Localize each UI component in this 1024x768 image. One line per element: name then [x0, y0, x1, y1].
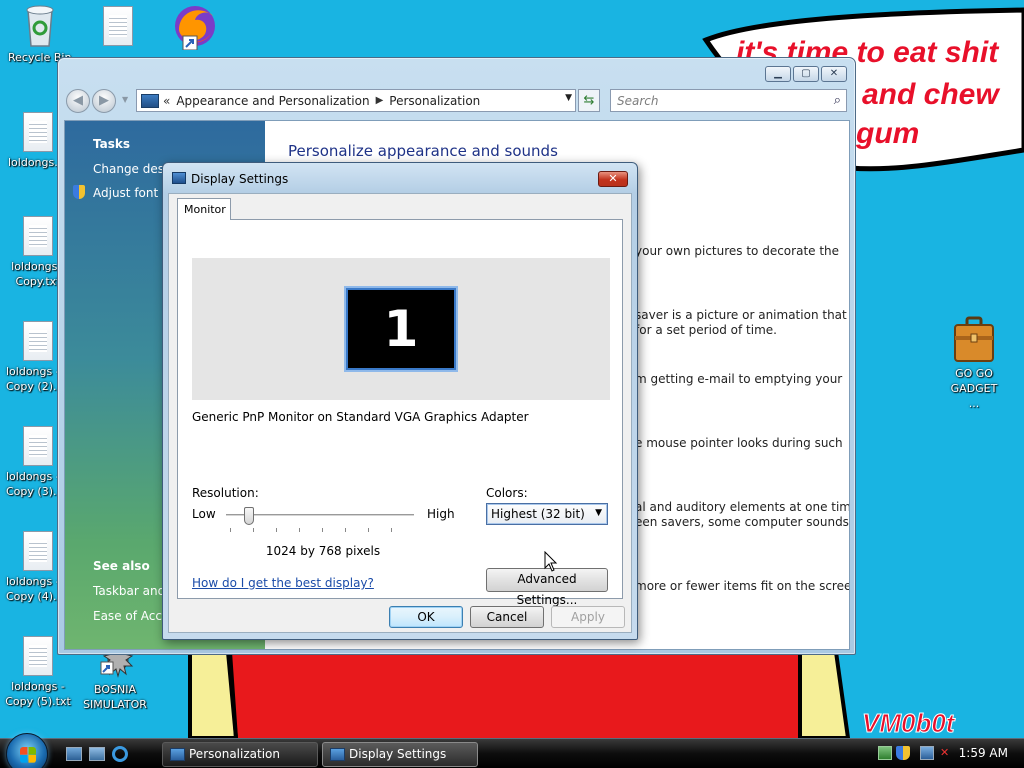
control-panel-icon	[141, 93, 159, 108]
best-display-help-link[interactable]: How do I get the best display?	[192, 576, 374, 590]
colors-selected-value: Highest (32 bit)	[491, 507, 585, 521]
dialog-title: Display Settings	[191, 172, 289, 186]
recent-pages-dropdown-icon[interactable]: ▼	[122, 95, 128, 104]
close-button[interactable]: ✕	[821, 66, 847, 82]
page-title: Personalize appearance and sounds	[288, 142, 558, 160]
back-button[interactable]: ◀	[66, 89, 90, 113]
task-adjust-font-size[interactable]: Adjust font si	[93, 186, 172, 200]
display-settings-icon	[330, 748, 345, 761]
breadcrumb-overflow[interactable]: «	[163, 94, 170, 108]
desktop-icon-go-go-gadget[interactable]: GO GO GADGET ...	[938, 316, 1010, 411]
chevron-down-icon: ▼	[595, 508, 602, 518]
system-tray: ✕ 1:59 AM	[864, 739, 1024, 768]
shield-icon	[73, 185, 85, 199]
address-bar[interactable]: « Appearance and Personalization ▶ Perso…	[136, 89, 576, 112]
show-desktop-icon[interactable]	[66, 747, 82, 761]
text-file-icon	[23, 321, 53, 361]
resolution-low-label: Low	[192, 507, 216, 521]
banner-line-2: and chew	[862, 78, 1000, 111]
banner-line-3: gum	[855, 117, 919, 150]
breadcrumb-appearance[interactable]: Appearance and Personalization	[176, 94, 369, 108]
clock[interactable]: 1:59 AM	[959, 746, 1008, 760]
description-display-settings: more or fewer items fit on the screen.	[635, 579, 850, 593]
description-screen-saver-1: saver is a picture or animation that	[635, 308, 847, 322]
task-change-desktop-icons[interactable]: Change desk	[93, 162, 171, 176]
mouse-cursor	[544, 551, 558, 572]
resolution-slider-thumb[interactable]	[244, 507, 254, 525]
desktop-icon-recycle-bin[interactable]: Recycle Bin	[4, 4, 76, 65]
taskbar-button-personalization[interactable]: Personalization	[162, 742, 318, 767]
description-screen-saver-2: for a set period of time.	[635, 323, 777, 337]
resolution-high-label: High	[427, 507, 455, 521]
start-button[interactable]	[6, 733, 48, 768]
resolution-slider[interactable]	[226, 506, 414, 532]
volume-muted-icon[interactable]: ✕	[940, 746, 954, 760]
control-panel-icon	[170, 748, 185, 761]
address-dropdown-icon[interactable]: ▼	[565, 93, 572, 103]
minimize-button[interactable]: ▁	[765, 66, 791, 82]
description-mouse-pointers: e mouse pointer looks during such	[635, 436, 843, 450]
briefcase-icon	[954, 316, 994, 362]
window-caption-buttons: ▁ ▢ ✕	[765, 66, 847, 82]
display-settings-icon	[172, 172, 186, 184]
internet-explorer-icon[interactable]	[112, 746, 128, 762]
desktop-icon-text-file[interactable]	[82, 6, 154, 49]
description-desktop-background: your own pictures to decorate the	[635, 244, 840, 258]
refresh-button[interactable]: ⇆	[578, 89, 600, 112]
firefox-icon	[175, 6, 215, 50]
network-icon[interactable]	[878, 746, 892, 760]
description-sounds: m getting e-mail to emptying your	[635, 372, 843, 386]
taskbar-button-label: Personalization	[189, 747, 280, 761]
tab-monitor[interactable]: Monitor	[177, 198, 231, 220]
resolution-slider-track	[226, 514, 414, 517]
breadcrumb-personalization[interactable]: Personalization	[389, 94, 480, 108]
desktop-icon-firefox[interactable]	[158, 2, 230, 52]
description-theme-2: een savers, some computer sounds,	[635, 515, 850, 529]
text-file-icon	[23, 531, 53, 571]
forward-button[interactable]: ▶	[92, 89, 116, 113]
resolution-value: 1024 by 768 pixels	[265, 544, 381, 558]
tasks-heading: Tasks	[93, 137, 131, 151]
dialog-body: Monitor 1 Generic PnP Monitor on Standar…	[168, 193, 632, 633]
monitor-description: Generic PnP Monitor on Standard VGA Grap…	[192, 410, 529, 424]
text-file-icon	[23, 112, 53, 152]
text-file-icon	[103, 6, 133, 46]
navigation-bar: ◀ ▶ ▼ « Appearance and Personalization ▶…	[66, 87, 847, 115]
resolution-label: Resolution:	[192, 486, 259, 500]
see-also-heading: See also	[93, 559, 150, 573]
display-settings-dialog: Display Settings ✕ Monitor 1 Generic PnP…	[162, 162, 638, 640]
display-network-icon[interactable]	[920, 746, 934, 760]
breadcrumb-separator-icon[interactable]: ▶	[376, 95, 384, 106]
dialog-close-button[interactable]: ✕	[598, 171, 628, 187]
maximize-button[interactable]: ▢	[793, 66, 819, 82]
monitor-1-preview[interactable]: 1	[346, 288, 456, 370]
text-file-icon	[23, 426, 53, 466]
colors-label: Colors:	[486, 486, 528, 500]
switch-windows-icon[interactable]	[89, 747, 105, 761]
taskbar: Personalization Display Settings ✕ 1:59 …	[0, 733, 1024, 768]
text-file-icon	[23, 216, 53, 256]
search-placeholder: Search	[617, 94, 659, 108]
description-theme-1: al and auditory elements at one time	[635, 500, 850, 514]
taskbar-button-display-settings[interactable]: Display Settings	[322, 742, 478, 767]
monitor-preview-area: 1	[192, 258, 610, 400]
monitor-tab-panel: 1 Generic PnP Monitor on Standard VGA Gr…	[177, 219, 623, 607]
search-icon[interactable]: ⌕	[834, 93, 841, 108]
search-input[interactable]: Search ⌕	[610, 89, 847, 112]
colors-select[interactable]: Highest (32 bit) ▼	[486, 503, 608, 525]
recycle-bin-icon	[26, 5, 54, 47]
cancel-button[interactable]: Cancel	[470, 606, 544, 628]
security-shield-icon[interactable]	[896, 746, 910, 760]
signature: VM0b0t	[862, 708, 956, 738]
ok-button[interactable]: OK	[389, 606, 463, 628]
taskbar-button-label: Display Settings	[349, 747, 447, 761]
resolution-slider-ticks	[230, 528, 410, 532]
apply-button[interactable]: Apply	[551, 606, 625, 628]
windows-logo-icon	[20, 747, 36, 763]
text-file-icon	[23, 636, 53, 676]
